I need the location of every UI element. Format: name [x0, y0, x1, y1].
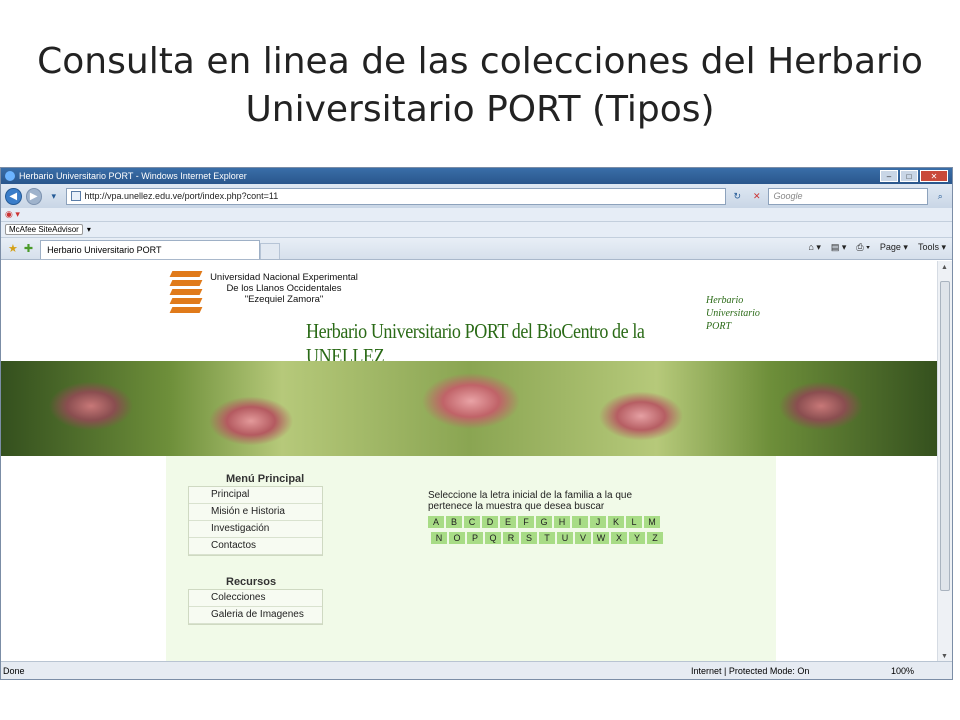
resources-heading: Recursos — [226, 576, 277, 588]
title-bar: Herbario Universitario PORT - Windows In… — [1, 168, 952, 184]
herbario-logo: Herbario Universitario PORT — [706, 295, 760, 332]
scrollbar-thumb[interactable] — [940, 281, 950, 591]
maximize-button[interactable]: □ — [900, 170, 918, 182]
letter-button-u[interactable]: U — [557, 532, 573, 544]
close-button[interactable]: ✕ — [920, 170, 948, 182]
browser-window: Herbario Universitario PORT - Windows In… — [0, 167, 953, 680]
add-favorite-icon[interactable]: ✚ — [24, 242, 33, 255]
zoom-level[interactable]: 100% — [891, 666, 914, 676]
university-logo-icon — [169, 271, 203, 317]
letter-button-a[interactable]: A — [428, 516, 444, 528]
letter-button-b[interactable]: B — [446, 516, 462, 528]
flower-banner-image — [1, 361, 938, 456]
letter-button-t[interactable]: T — [539, 532, 555, 544]
refresh-icon[interactable]: ↻ — [730, 188, 745, 204]
mcafee-toolbar: McAfee SiteAdvisor ▾ — [1, 222, 952, 238]
menu-item-galeria[interactable]: Galeria de Imagenes — [189, 607, 322, 624]
search-input[interactable]: Google — [768, 187, 929, 205]
mcafee-button[interactable]: McAfee SiteAdvisor — [5, 224, 83, 235]
letter-selector: ABCDEFGHIJKLM NOPQRSTUVWXYZ — [428, 516, 668, 548]
letter-button-l[interactable]: L — [626, 516, 642, 528]
tools-menu[interactable]: Tools ▾ — [918, 242, 946, 253]
page-content: Universidad Nacional Experimental De los… — [166, 261, 776, 663]
resources-menu: Colecciones Galeria de Imagenes — [188, 589, 323, 625]
favorites-star-icon[interactable]: ★ — [8, 242, 18, 255]
security-zone: Internet | Protected Mode: On — [691, 665, 810, 676]
status-bar: Done Internet | Protected Mode: On 100% — [1, 661, 952, 679]
vertical-scrollbar[interactable]: ▲ ▼ — [937, 261, 952, 663]
forward-button[interactable]: ▶ — [25, 187, 43, 205]
menu-bar: ◉ ▾ — [1, 208, 952, 222]
letter-button-i[interactable]: I — [572, 516, 588, 528]
toolbar-icon[interactable]: ◉ ▾ — [5, 209, 20, 220]
letter-button-k[interactable]: K — [608, 516, 624, 528]
page-menu[interactable]: Page ▾ — [880, 242, 908, 253]
window-title: Herbario Universitario PORT - Windows In… — [19, 171, 247, 181]
letter-button-c[interactable]: C — [464, 516, 480, 528]
letter-button-v[interactable]: V — [575, 532, 591, 544]
slide-title: Consulta en linea de las colecciones del… — [37, 41, 923, 130]
letter-instruction: Seleccione la letra inicial de la famili… — [428, 490, 633, 512]
letter-button-d[interactable]: D — [482, 516, 498, 528]
letter-button-y[interactable]: Y — [629, 532, 645, 544]
letter-button-w[interactable]: W — [593, 532, 609, 544]
header-area: Universidad Nacional Experimental De los… — [166, 261, 776, 368]
letter-button-h[interactable]: H — [554, 516, 570, 528]
letter-button-p[interactable]: P — [467, 532, 483, 544]
letter-button-f[interactable]: F — [518, 516, 534, 528]
url-field[interactable]: http://vpa.unellez.edu.ve/port/index.php… — [65, 187, 726, 205]
letter-button-n[interactable]: N — [431, 532, 447, 544]
main-menu-heading: Menú Principal — [226, 473, 305, 485]
minimize-button[interactable]: – — [880, 170, 898, 182]
menu-item-principal[interactable]: Principal — [189, 487, 322, 504]
main-menu: Principal Misión e Historia Investigació… — [188, 486, 323, 556]
search-icon[interactable]: ⌕ — [932, 188, 947, 204]
new-tab-button[interactable] — [260, 243, 281, 259]
ie-logo-icon — [5, 171, 15, 181]
letter-button-m[interactable]: M — [644, 516, 660, 528]
menu-item-contactos[interactable]: Contactos — [189, 538, 322, 555]
page-viewport: Universidad Nacional Experimental De los… — [1, 261, 938, 663]
letter-button-x[interactable]: X — [611, 532, 627, 544]
university-name: Universidad Nacional Experimental De los… — [210, 272, 358, 305]
letter-button-z[interactable]: Z — [647, 532, 663, 544]
tab-bar: ★ ✚ Herbario Universitario PORT ⌂ ▾ ▤ ▾ … — [1, 238, 952, 260]
back-button[interactable]: ◀ — [5, 187, 22, 205]
tab-herbario[interactable]: Herbario Universitario PORT — [40, 240, 261, 259]
letter-button-r[interactable]: R — [503, 532, 519, 544]
home-icon[interactable]: ⌂ ▾ — [808, 242, 820, 253]
menu-item-colecciones[interactable]: Colecciones — [189, 590, 322, 607]
letter-button-e[interactable]: E — [500, 516, 516, 528]
menu-item-mision[interactable]: Misión e Historia — [189, 504, 322, 521]
address-bar: ◀ ▶ ▾ http://vpa.unellez.edu.ve/port/ind… — [1, 184, 952, 208]
letter-button-j[interactable]: J — [590, 516, 606, 528]
history-dropdown-icon[interactable]: ▾ — [46, 188, 61, 204]
mcafee-dropdown-icon[interactable]: ▾ — [87, 225, 91, 234]
letter-button-s[interactable]: S — [521, 532, 537, 544]
status-text: Done — [3, 665, 25, 676]
page-icon — [70, 191, 81, 201]
print-icon[interactable]: ⎙ ▾ — [856, 242, 869, 253]
letter-button-q[interactable]: Q — [485, 532, 501, 544]
stop-icon[interactable]: ✕ — [749, 188, 764, 204]
feeds-icon[interactable]: ▤ ▾ — [831, 242, 847, 253]
letter-button-o[interactable]: O — [449, 532, 465, 544]
menu-item-investigacion[interactable]: Investigación — [189, 521, 322, 538]
letter-button-g[interactable]: G — [536, 516, 552, 528]
